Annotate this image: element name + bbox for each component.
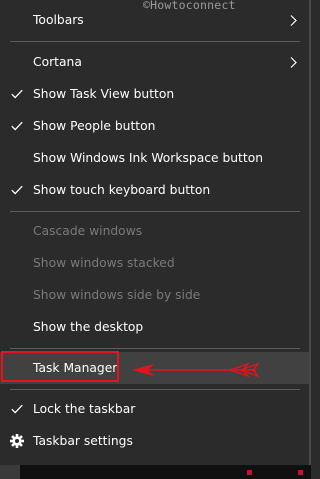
menu-item-label: Show touch keyboard button bbox=[33, 182, 211, 197]
menu-item-show-windows-side-by-side: Show windows side by side bbox=[0, 279, 309, 311]
menu-item-taskbar-settings[interactable]: Taskbar settings bbox=[0, 425, 309, 457]
menu-item-show-windows-stacked: Show windows stacked bbox=[0, 247, 309, 279]
menu-item-label: Cortana bbox=[33, 54, 82, 69]
taskbar bbox=[0, 465, 311, 479]
taskbar-context-menu: ©Howtoconnect Toolbars Cortana Show Task… bbox=[0, 0, 311, 479]
menu-item-label: Toolbars bbox=[33, 12, 84, 27]
menu-item-show-the-desktop[interactable]: Show the desktop bbox=[0, 311, 309, 343]
menu-item-label: Show the desktop bbox=[33, 319, 144, 334]
menu-border bbox=[309, 0, 311, 466]
chevron-right-icon bbox=[290, 15, 297, 26]
chevron-right-icon bbox=[290, 57, 297, 68]
menu-item-cortana[interactable]: Cortana bbox=[0, 46, 309, 78]
menu-item-lock-the-taskbar[interactable]: Lock the taskbar bbox=[0, 393, 309, 425]
menu-item-show-windows-ink-workspace-button[interactable]: Show Windows Ink Workspace button bbox=[0, 142, 309, 174]
menu-separator bbox=[10, 211, 300, 212]
menu-separator bbox=[10, 389, 300, 390]
taskbar-indicator bbox=[298, 470, 303, 475]
checkmark-icon bbox=[11, 185, 23, 195]
menu-item-label: Show windows stacked bbox=[33, 255, 175, 270]
menu-separator bbox=[10, 348, 300, 349]
menu-item-show-task-view-button[interactable]: Show Task View button bbox=[0, 78, 309, 110]
menu-item-label: Show windows side by side bbox=[33, 287, 201, 302]
menu-item-label: Show Task View button bbox=[33, 86, 175, 101]
checkmark-icon bbox=[11, 89, 23, 99]
annotation-highlight-box bbox=[1, 351, 119, 382]
taskbar-indicator bbox=[247, 470, 252, 475]
checkmark-icon bbox=[11, 121, 23, 131]
menu-item-show-touch-keyboard-button[interactable]: Show touch keyboard button bbox=[0, 174, 309, 206]
menu-item-label: Taskbar settings bbox=[33, 433, 133, 448]
taskbar-button[interactable] bbox=[0, 465, 20, 479]
gear-icon bbox=[10, 434, 24, 448]
menu-item-show-people-button[interactable]: Show People button bbox=[0, 110, 309, 142]
menu-separator bbox=[10, 41, 300, 42]
menu-item-label: Show People button bbox=[33, 118, 156, 133]
menu-item-label: Show Windows Ink Workspace button bbox=[33, 150, 264, 165]
menu-item-toolbars[interactable]: Toolbars bbox=[0, 4, 309, 36]
annotation-arrow-icon bbox=[132, 362, 260, 378]
checkmark-icon bbox=[11, 404, 23, 414]
menu-item-label: Lock the taskbar bbox=[33, 401, 136, 416]
menu-item-cascade-windows: Cascade windows bbox=[0, 215, 309, 247]
menu-item-label: Cascade windows bbox=[33, 223, 143, 238]
